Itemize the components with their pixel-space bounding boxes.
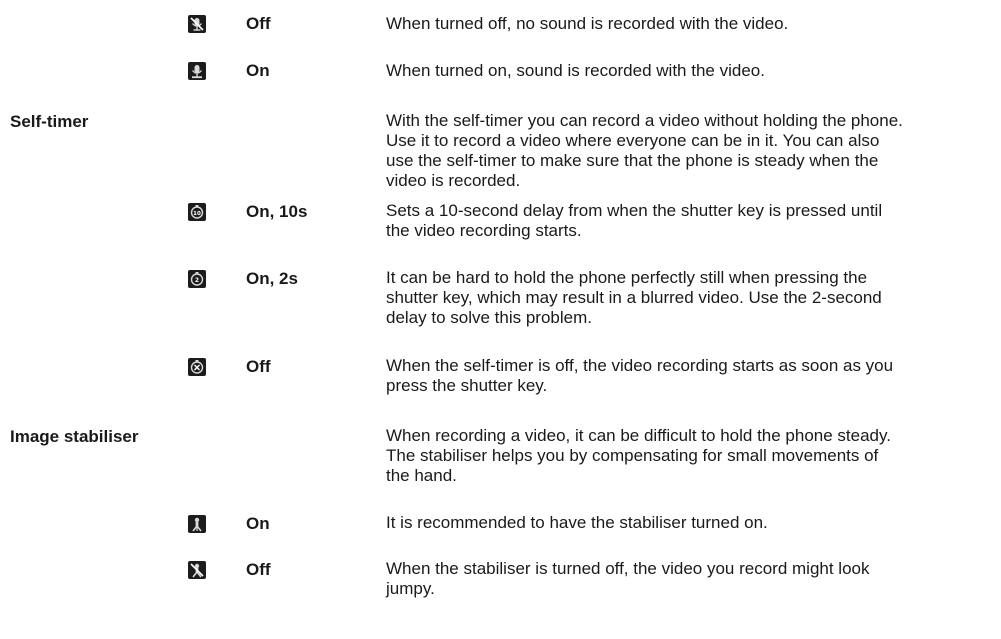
self-timer-off-icon (188, 358, 206, 376)
option-description: It can be hard to hold the phone perfect… (386, 268, 996, 328)
description-line: When turned on, sound is recorded with t… (386, 61, 765, 80)
description-line: Sets a 10-second delay from when the shu… (386, 201, 883, 220)
microphone-on-icon (188, 62, 206, 80)
description-line: shutter key, which may result in a blurr… (386, 288, 882, 307)
description-line: the hand. (386, 466, 457, 485)
option-label: Off (246, 560, 271, 579)
option-description: When turned off, no sound is recorded wi… (386, 14, 996, 34)
description-line: The stabiliser helps you by compensating… (386, 446, 879, 465)
option-label: Off (246, 357, 271, 376)
option-label: On (246, 61, 270, 80)
description-line: With the self-timer you can record a vid… (386, 111, 903, 130)
option-description: Sets a 10-second delay from when the shu… (386, 201, 996, 241)
svg-text:2: 2 (195, 277, 199, 284)
description-line: delay to solve this problem. (386, 308, 592, 327)
option-description: When the stabiliser is turned off, the v… (386, 559, 996, 599)
microphone-off-icon (188, 15, 206, 33)
stabiliser-off-icon (188, 561, 206, 579)
description-line: jumpy. (386, 579, 435, 598)
description-line: Use it to record a video where everyone … (386, 131, 880, 150)
section-heading-self-timer: Self-timer (10, 112, 89, 131)
section-description: When recording a video, it can be diffic… (386, 426, 996, 486)
option-label: On (246, 514, 270, 533)
section-heading-image-stabiliser: Image stabiliser (10, 427, 139, 446)
section-description: With the self-timer you can record a vid… (386, 111, 996, 191)
description-line: When the stabiliser is turned off, the v… (386, 559, 870, 578)
description-line: use the self-timer to make sure that the… (386, 151, 879, 170)
description-line: video is recorded. (386, 171, 521, 190)
description-line: When the self-timer is off, the video re… (386, 356, 894, 375)
option-description: It is recommended to have the stabiliser… (386, 513, 996, 533)
description-line: It is recommended to have the stabiliser… (386, 513, 768, 532)
stabiliser-on-icon (188, 515, 206, 533)
description-line: the video recording starts. (386, 221, 582, 240)
svg-text:10: 10 (193, 211, 201, 217)
option-description: When the self-timer is off, the video re… (386, 356, 996, 396)
description-line: When recording a video, it can be diffic… (386, 426, 891, 445)
self-timer-10s-icon: 10 (188, 203, 206, 221)
self-timer-2s-icon: 2 (188, 270, 206, 288)
option-label: On, 10s (246, 202, 308, 221)
option-label: Off (246, 14, 271, 33)
description-line: It can be hard to hold the phone perfect… (386, 268, 868, 287)
option-label: On, 2s (246, 269, 298, 288)
option-description: When turned on, sound is recorded with t… (386, 61, 996, 81)
description-line: press the shutter key. (386, 376, 548, 395)
description-line: When turned off, no sound is recorded wi… (386, 14, 789, 33)
